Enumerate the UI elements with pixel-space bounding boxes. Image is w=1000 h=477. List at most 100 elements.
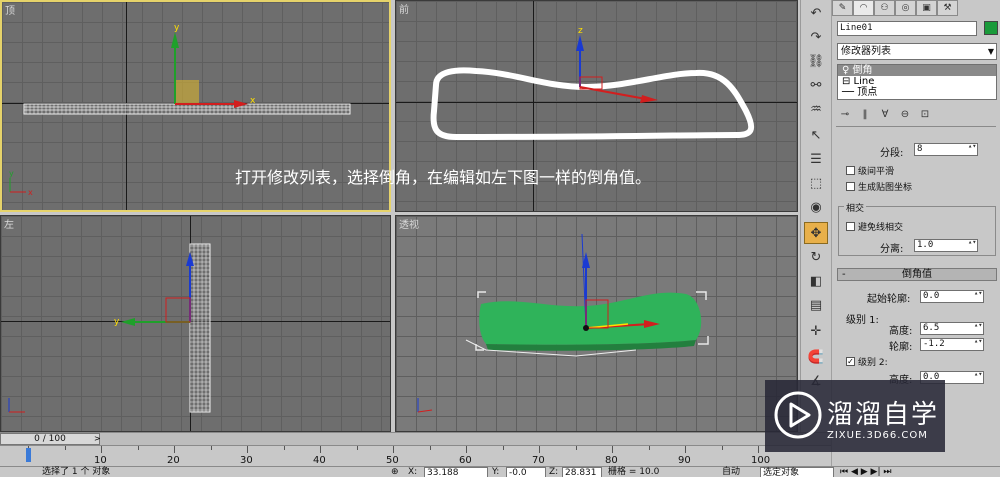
ruler-tick-label: 20 <box>167 455 180 466</box>
tutorial-caption: 打开修改列表，选择倒角，在编辑如左下图一样的倒角值。 <box>235 168 652 187</box>
level1-outline-spinner[interactable]: -1.2 <box>920 338 984 351</box>
ruler-tick-label: 80 <box>605 455 618 466</box>
divider <box>836 126 996 127</box>
current-frame-marker[interactable] <box>26 448 31 462</box>
separation-spinner[interactable]: 1.0 <box>914 239 978 252</box>
start-outline-label: 起始轮廓: <box>867 294 911 305</box>
time-slider[interactable]: 0 / 100 <box>0 433 100 445</box>
max-window: 顶 y x yx 前 z 左 y 透视 打开修改列表，选择倒角，在编辑如左下图一… <box>0 0 1000 477</box>
stack-item-bevel[interactable]: ♀ 倒角 <box>838 65 996 76</box>
utilities-tab-icon[interactable]: ⚒ <box>937 0 958 16</box>
select-by-name-icon[interactable]: ☰ <box>804 148 828 170</box>
keep-lines-from-crossing-checkbox[interactable] <box>846 222 855 231</box>
undo-icon[interactable]: ↶ <box>804 2 828 24</box>
stack-item-vertex[interactable]: ── 顶点 <box>838 87 996 98</box>
smooth-label: 级间平滑 <box>858 167 895 177</box>
watermark-logo <box>774 391 822 439</box>
object-color-swatch[interactable] <box>984 21 998 35</box>
reference-coord-icon[interactable]: ▤ <box>804 294 828 316</box>
rotate-icon[interactable]: ↻ <box>804 246 828 268</box>
bind-spacewarp-icon[interactable]: ♒ <box>804 98 828 120</box>
height-label: 高度: <box>889 326 913 337</box>
viewport-left[interactable]: 左 y <box>0 215 391 432</box>
ruler-tick <box>210 446 212 450</box>
watermark: 溜溜自学 ZIXUE.3D66.COM <box>765 380 945 452</box>
segments-label: 分段: <box>880 148 904 159</box>
perspective-view-geometry <box>417 233 709 413</box>
ruler-tick-label: 60 <box>459 455 472 466</box>
track-bar[interactable]: 10 20 30 40 50 60 70 80 90 100 <box>0 445 831 466</box>
select-icon[interactable]: ↖ <box>804 124 828 146</box>
ruler-tick-label: 10 <box>94 455 107 466</box>
hierarchy-tab-icon[interactable]: ⚇ <box>874 0 895 16</box>
ruler-tick <box>429 446 431 450</box>
modifier-list-dropdown[interactable]: 修改器列表 ▼ <box>837 43 997 60</box>
mapcoords-label: 生成贴图坐标 <box>858 183 913 193</box>
modifier-list-label: 修改器列表 <box>841 46 891 57</box>
start-outline-spinner[interactable]: 0.0 <box>920 290 984 303</box>
ruler-tick <box>174 446 175 453</box>
z-coordinate-field[interactable]: 28.831 <box>562 467 602 477</box>
selection-status: 选择了 1 个 对象 <box>42 467 111 477</box>
ruler-tick <box>466 446 467 453</box>
ruler-tick <box>356 446 358 450</box>
y-label: Y: <box>492 467 500 477</box>
svg-text:x: x <box>28 188 33 197</box>
ruler-tick <box>758 446 759 453</box>
make-unique-icon[interactable]: ∀ <box>877 107 893 121</box>
ruler-tick <box>320 446 321 453</box>
outline-label: 轮廓: <box>889 342 913 353</box>
display-tab-icon[interactable]: ▣ <box>916 0 937 16</box>
snap-icon[interactable]: 🧲 <box>804 346 828 368</box>
absolute-mode-icon[interactable]: ⊕ <box>391 467 399 477</box>
key-filter-dropdown[interactable]: 选定对象 <box>760 467 834 477</box>
autokey-button[interactable]: 自动 <box>722 467 740 477</box>
y-coordinate-field[interactable]: -0.0 <box>506 467 546 477</box>
x-coordinate-field[interactable]: 33.188 <box>424 467 488 477</box>
ruler-tick <box>502 446 504 450</box>
viewport-perspective[interactable]: 透视 <box>395 215 798 432</box>
level1-height-spinner[interactable]: 6.5 <box>920 322 984 335</box>
ruler-tick <box>539 446 540 453</box>
create-tab-icon[interactable]: ✎ <box>832 0 853 16</box>
chevron-down-icon: ▼ <box>987 47 994 56</box>
configure-sets-icon[interactable]: ⊡ <box>917 107 933 121</box>
ruler-tick-label: 100 <box>751 455 771 466</box>
smooth-across-levels-checkbox[interactable] <box>846 166 855 175</box>
pin-stack-icon[interactable]: ⊸ <box>837 107 853 121</box>
stack-item-line[interactable]: ⊟ Line <box>838 76 996 87</box>
ruler-tick <box>612 446 613 453</box>
scale-icon[interactable]: ◧ <box>804 270 828 292</box>
generate-mapping-checkbox[interactable] <box>846 182 855 191</box>
watermark-url: ZIXUE.3D66.COM <box>827 430 928 441</box>
command-panel-tabs: ✎ ◠ ⚇ ◎ ▣ ⚒ <box>832 0 1000 16</box>
show-end-result-icon[interactable]: ‖ <box>857 107 873 121</box>
rect-select-icon[interactable]: ⬚ <box>804 172 828 194</box>
pivot-icon[interactable]: ✛ <box>804 320 828 342</box>
segments-spinner[interactable]: 8 <box>914 143 978 156</box>
chevron-right-icon[interactable]: > <box>94 434 101 443</box>
bevel-values-rollout[interactable]: - 倒角值 <box>837 268 997 281</box>
svg-text:x: x <box>250 96 256 106</box>
stack-toolbar: ⊸ ‖ ∀ ⊖ ⊡ <box>837 106 997 122</box>
ruler-tick-label: 40 <box>313 455 326 466</box>
collapse-icon: - <box>842 269 846 280</box>
link-icon[interactable]: ⛓ <box>804 50 828 72</box>
motion-tab-icon[interactable]: ◎ <box>895 0 916 16</box>
object-name-field[interactable]: Line01 <box>837 21 977 36</box>
level2-label: 级别 2: <box>858 358 888 368</box>
modify-tab-icon[interactable]: ◠ <box>853 0 874 16</box>
redo-icon[interactable]: ↷ <box>804 26 828 48</box>
ruler-tick <box>393 446 394 453</box>
rollout-title: 倒角值 <box>902 269 932 280</box>
lightbulb-icon: ♀ <box>842 65 850 76</box>
window-crossing-icon[interactable]: ◉ <box>804 196 828 218</box>
playback-controls-icon[interactable]: ⏮ ◀ ▶ ▶| ⏭ <box>840 467 891 477</box>
level2-checkbox[interactable]: ✓ <box>846 357 855 366</box>
x-label: X: <box>408 467 418 477</box>
move-icon[interactable]: ✥ <box>804 222 828 244</box>
remove-modifier-icon[interactable]: ⊖ <box>897 107 913 121</box>
svg-text:y: y <box>9 169 14 178</box>
unlink-icon[interactable]: ⚯ <box>804 74 828 96</box>
ruler-tick-label: 50 <box>386 455 399 466</box>
